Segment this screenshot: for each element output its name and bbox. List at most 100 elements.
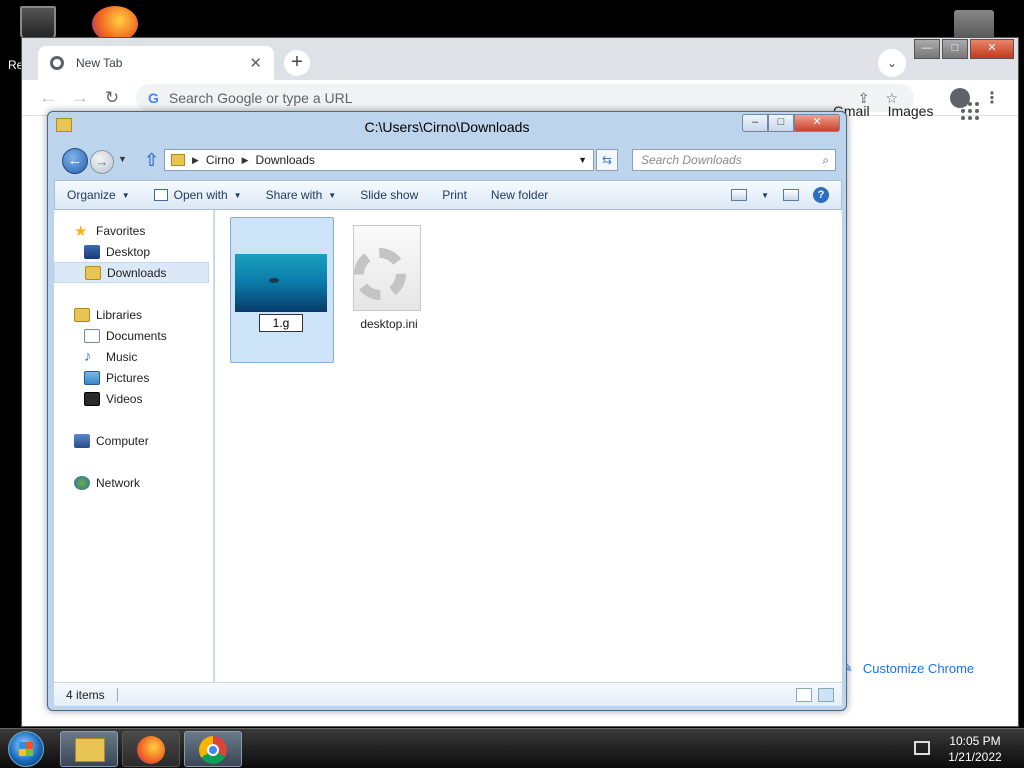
share-with-button[interactable]: Share with ▼ bbox=[254, 181, 349, 209]
breadcrumb-separator[interactable]: ▶ bbox=[242, 155, 249, 166]
taskbar-explorer-button[interactable] bbox=[60, 731, 118, 767]
nav-downloads[interactable]: Downloads bbox=[54, 262, 209, 283]
nav-label: Documents bbox=[106, 328, 167, 343]
up-arrow-icon[interactable]: ⇧ bbox=[144, 150, 159, 171]
thumbnail-view-icon[interactable] bbox=[818, 687, 834, 702]
nav-computer[interactable]: Computer bbox=[54, 430, 213, 451]
chevron-down-icon[interactable]: ▼ bbox=[761, 191, 769, 200]
desktop-icon bbox=[84, 244, 100, 259]
file-list[interactable]: 1.g desktop.ini bbox=[215, 210, 842, 682]
google-icon: G bbox=[148, 90, 159, 106]
nav-documents[interactable]: Documents bbox=[54, 325, 213, 346]
close-icon[interactable]: ✕ bbox=[249, 54, 262, 72]
forward-arrow-icon[interactable]: → bbox=[68, 86, 92, 110]
nav-label: Music bbox=[106, 349, 138, 364]
system-clock[interactable]: 10:05 PM 1/21/2022 bbox=[940, 733, 1010, 765]
new-folder-button[interactable]: New folder bbox=[479, 181, 560, 209]
explorer-close-button[interactable]: ✕ bbox=[794, 114, 840, 132]
nav-libraries[interactable]: Libraries bbox=[54, 304, 213, 325]
nav-label: Libraries bbox=[96, 307, 143, 322]
search-icon[interactable]: ⌕ bbox=[822, 150, 829, 170]
explorer-minimize-button[interactable]: – bbox=[742, 114, 768, 132]
refresh-icon[interactable]: ⇆ bbox=[596, 149, 618, 171]
explorer-window: C:\Users\Cirno\Downloads – □ ✕ ← → ▼ ⇧ ▶… bbox=[47, 111, 847, 711]
folder-icon bbox=[75, 738, 105, 762]
chrome-close-button[interactable]: ✕ bbox=[970, 39, 1014, 59]
chrome-tab-title: New Tab bbox=[76, 56, 123, 70]
videos-icon bbox=[84, 391, 100, 406]
desktop-icon-right[interactable] bbox=[954, 10, 994, 40]
firefox-icon bbox=[137, 736, 165, 764]
images-link[interactable]: Images bbox=[888, 103, 934, 119]
settings-file-icon bbox=[353, 225, 421, 311]
file-item[interactable]: 1.g bbox=[230, 217, 334, 363]
view-controls: ▼ ? bbox=[731, 187, 841, 203]
open-with-button[interactable]: Open with ▼ bbox=[142, 181, 254, 209]
forward-arrow-icon[interactable]: → bbox=[90, 150, 114, 174]
change-view-icon[interactable] bbox=[731, 189, 748, 201]
address-bar[interactable]: ▶ Cirno ▶ Downloads ▼ bbox=[164, 149, 594, 171]
back-arrow-icon[interactable]: ← bbox=[62, 148, 88, 174]
omnibox[interactable]: G Search Google or type a URL ⇪ ☆ bbox=[136, 84, 914, 112]
explorer-title-bar[interactable]: C:\Users\Cirno\Downloads – □ ✕ bbox=[48, 112, 846, 144]
documents-icon bbox=[84, 328, 100, 343]
taskbar-chrome-button[interactable] bbox=[184, 731, 242, 767]
file-item[interactable]: desktop.ini bbox=[337, 217, 441, 363]
libraries-icon bbox=[74, 307, 90, 322]
breadcrumb-cirno[interactable]: Cirno bbox=[206, 153, 235, 167]
nav-videos[interactable]: Videos bbox=[54, 388, 213, 409]
clock-time: 10:05 PM bbox=[949, 734, 1001, 748]
chevron-down-icon: ▼ bbox=[121, 190, 130, 200]
nav-desktop[interactable]: Desktop bbox=[54, 241, 213, 262]
apps-grid-icon[interactable] bbox=[961, 102, 980, 120]
address-row: ← → ▼ ⇧ ▶ Cirno ▶ Downloads ▼ ⇆ Search D… bbox=[54, 146, 842, 174]
chrome-tab-icon bbox=[50, 56, 64, 70]
taskbar-firefox-button[interactable] bbox=[122, 731, 180, 767]
nav-label: Videos bbox=[106, 391, 143, 406]
organize-button[interactable]: Organize ▼ bbox=[55, 181, 142, 209]
nav-label: Network bbox=[96, 475, 141, 490]
customize-chrome-button[interactable]: ✎ Customize Chrome bbox=[830, 655, 986, 681]
rename-input[interactable]: 1.g bbox=[259, 314, 303, 332]
gear-icon bbox=[354, 248, 406, 300]
image-thumbnail bbox=[235, 254, 327, 312]
history-dropdown-icon[interactable]: ▼ bbox=[118, 154, 127, 164]
tab-search-button[interactable]: ⌄ bbox=[878, 49, 906, 77]
chrome-tab-new-tab[interactable]: New Tab ✕ bbox=[38, 46, 274, 80]
nav-pictures[interactable]: Pictures bbox=[54, 367, 213, 388]
nav-label: Favorites bbox=[96, 223, 146, 238]
kebab-menu-icon[interactable]: ⋮ bbox=[984, 88, 1000, 108]
folder-icon bbox=[171, 154, 185, 166]
help-icon[interactable]: ? bbox=[813, 187, 829, 203]
nav-music[interactable]: ♪ Music bbox=[54, 346, 213, 367]
explorer-maximize-button[interactable]: □ bbox=[768, 114, 794, 132]
nav-network[interactable]: Network bbox=[54, 472, 213, 493]
network-tray-icon[interactable] bbox=[914, 741, 930, 755]
preview-pane-icon[interactable] bbox=[783, 189, 799, 201]
print-button[interactable]: Print bbox=[430, 181, 479, 209]
customize-chrome-label: Customize Chrome bbox=[862, 660, 975, 676]
chrome-maximize-button[interactable]: □ bbox=[942, 39, 968, 59]
navigation-pane: ★ Favorites Desktop Downloads Libraries D… bbox=[54, 210, 214, 682]
address-dropdown-icon[interactable]: ▼ bbox=[578, 155, 587, 165]
recycle-bin-icon[interactable] bbox=[20, 6, 56, 40]
nav-label: Computer bbox=[96, 433, 149, 448]
breadcrumb-downloads[interactable]: Downloads bbox=[256, 153, 315, 167]
nav-favorites[interactable]: ★ Favorites bbox=[54, 220, 213, 241]
nav-label: Downloads bbox=[107, 265, 167, 280]
slide-show-button[interactable]: Slide show bbox=[348, 181, 430, 209]
star-icon: ★ bbox=[74, 222, 88, 240]
details-view-icon[interactable] bbox=[796, 687, 812, 702]
reload-icon[interactable]: ↻ bbox=[100, 86, 124, 110]
start-button[interactable] bbox=[8, 731, 44, 767]
chevron-down-icon: ▼ bbox=[328, 190, 337, 200]
share-with-label: Share with bbox=[265, 188, 323, 202]
search-input[interactable]: Search Downloads ⌕ bbox=[632, 149, 836, 171]
back-arrow-icon[interactable]: ← bbox=[36, 86, 60, 110]
chrome-minimize-button[interactable]: — bbox=[914, 39, 940, 59]
item-count: 4 items bbox=[66, 687, 105, 702]
breadcrumb-separator[interactable]: ▶ bbox=[192, 155, 199, 166]
new-tab-button[interactable]: + bbox=[284, 50, 310, 76]
chrome-icon bbox=[199, 736, 227, 764]
computer-icon bbox=[74, 433, 90, 448]
